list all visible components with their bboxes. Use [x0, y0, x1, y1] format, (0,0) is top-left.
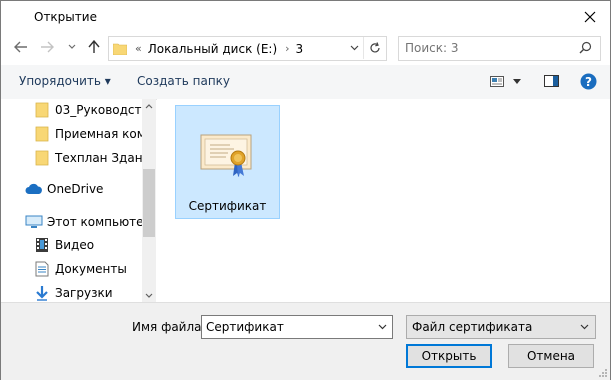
open-button[interactable]: Открыть	[406, 344, 492, 368]
sidebar-item-label: 03_Руководство	[55, 103, 156, 117]
sidebar-item-documents[interactable]: Документы	[35, 258, 127, 280]
chevron-up-icon	[145, 103, 153, 108]
preview-pane-button[interactable]	[542, 71, 560, 91]
scroll-thumb[interactable]	[143, 169, 155, 237]
chevron-right-icon[interactable]: ›	[285, 42, 289, 55]
navigation-pane: 03_Руководство Приемная коми Техплан Зда…	[1, 99, 156, 302]
filename-input[interactable]	[206, 319, 366, 335]
organize-menu[interactable]: Упорядочить ▾	[19, 74, 111, 88]
sidebar-item-label: Техплан Здания	[55, 151, 156, 165]
change-view-button[interactable]	[488, 71, 506, 91]
sidebar-item-videos[interactable]: Видео	[35, 234, 94, 256]
help-button[interactable]: ?	[578, 71, 598, 91]
svg-text:?: ?	[585, 75, 592, 89]
caret-down-icon	[513, 78, 521, 84]
folder-icon	[35, 150, 49, 166]
view-icon	[490, 75, 504, 87]
sidebar-item-label: Видео	[55, 238, 95, 252]
address-segment-folder[interactable]: 3	[296, 42, 304, 56]
filetype-select[interactable]: Файл сертификата	[406, 315, 596, 339]
video-icon	[36, 238, 48, 252]
sidebar-item-folder-3[interactable]: Техплан Здания	[35, 147, 156, 169]
view-options-button[interactable]	[511, 71, 523, 91]
chevron-down-icon	[68, 44, 76, 49]
refresh-icon	[370, 42, 380, 53]
sidebar-item-this-pc[interactable]: Этот компьютер	[25, 211, 151, 233]
folder-icon	[35, 126, 49, 142]
file-item[interactable]: Сертификат	[175, 105, 280, 219]
title-bar: Открытие	[1, 1, 610, 33]
new-folder-button[interactable]: Создать папку	[137, 74, 230, 88]
sidebar-item-downloads[interactable]: Загрузки	[35, 282, 113, 302]
refresh-button[interactable]	[363, 37, 386, 59]
preview-pane-icon	[543, 75, 559, 87]
folder-icon	[113, 43, 127, 55]
address-overflow[interactable]: «	[135, 42, 142, 55]
sidebar-item-label: Загрузки	[55, 286, 113, 300]
cancel-button[interactable]: Отмена	[508, 344, 594, 368]
filetype-value: Файл сертификата	[412, 320, 533, 334]
sidebar-item-label: Документы	[55, 262, 127, 276]
command-toolbar: Упорядочить ▾ Создать папку ?	[1, 65, 610, 100]
computer-icon	[25, 215, 43, 228]
recent-locations-button[interactable]	[65, 37, 79, 57]
file-name: Сертификат	[188, 199, 267, 213]
search-input[interactable]	[405, 40, 573, 56]
close-button[interactable]	[580, 7, 600, 27]
close-icon	[584, 11, 596, 23]
address-history-button[interactable]	[346, 40, 362, 56]
chevron-down-icon	[580, 324, 588, 330]
search-box[interactable]	[398, 36, 601, 61]
sidebar-item-label: Этот компьютер	[47, 215, 152, 229]
resize-grip-icon[interactable]	[598, 368, 608, 378]
chevron-down-icon	[378, 324, 386, 330]
sidebar-item-folder-1[interactable]: 03_Руководство	[35, 99, 156, 121]
filename-label: Имя файла:	[132, 320, 206, 334]
address-segment-drive[interactable]: Локальный диск (E:)	[148, 42, 277, 56]
arrow-right-icon	[41, 41, 54, 53]
file-list: Сертификат	[157, 99, 610, 302]
cloud-icon	[25, 183, 42, 194]
filename-dropdown-button[interactable]	[374, 319, 390, 335]
sidebar-item-folder-2[interactable]: Приемная коми	[35, 123, 154, 145]
downloads-icon	[36, 286, 48, 301]
sidebar-item-onedrive[interactable]: OneDrive	[25, 178, 103, 200]
filetype-dropdown-button[interactable]	[576, 319, 592, 335]
folder-icon	[35, 102, 49, 118]
up-button[interactable]	[85, 37, 103, 57]
search-icon	[579, 41, 592, 54]
chevron-down-icon	[350, 45, 358, 51]
forward-button[interactable]	[37, 37, 57, 57]
navigation-bar: « Локальный диск (E:) › 3	[1, 33, 610, 63]
arrow-up-icon	[88, 40, 100, 53]
navigation-pane-scrollbar[interactable]	[142, 99, 156, 302]
dialog-footer: Имя файла: Файл сертификата Открыть Отме…	[1, 302, 610, 380]
scroll-up-button[interactable]	[142, 99, 156, 113]
arrow-left-icon	[14, 41, 27, 53]
scroll-down-button[interactable]	[142, 288, 156, 302]
help-icon: ?	[580, 73, 596, 89]
certificate-icon	[200, 134, 252, 177]
address-bar[interactable]: « Локальный диск (E:) › 3	[108, 36, 387, 61]
sidebar-item-label: OneDrive	[47, 182, 104, 196]
open-file-dialog: Открытие « Локальный диск (E:) › 3 Поиск…	[0, 0, 611, 380]
filename-combobox[interactable]	[201, 315, 393, 339]
documents-icon	[35, 261, 49, 277]
chevron-down-icon	[145, 293, 153, 298]
window-title: Открытие	[34, 10, 97, 24]
back-button[interactable]	[11, 37, 31, 57]
sidebar-item-label: Приемная коми	[55, 127, 154, 141]
